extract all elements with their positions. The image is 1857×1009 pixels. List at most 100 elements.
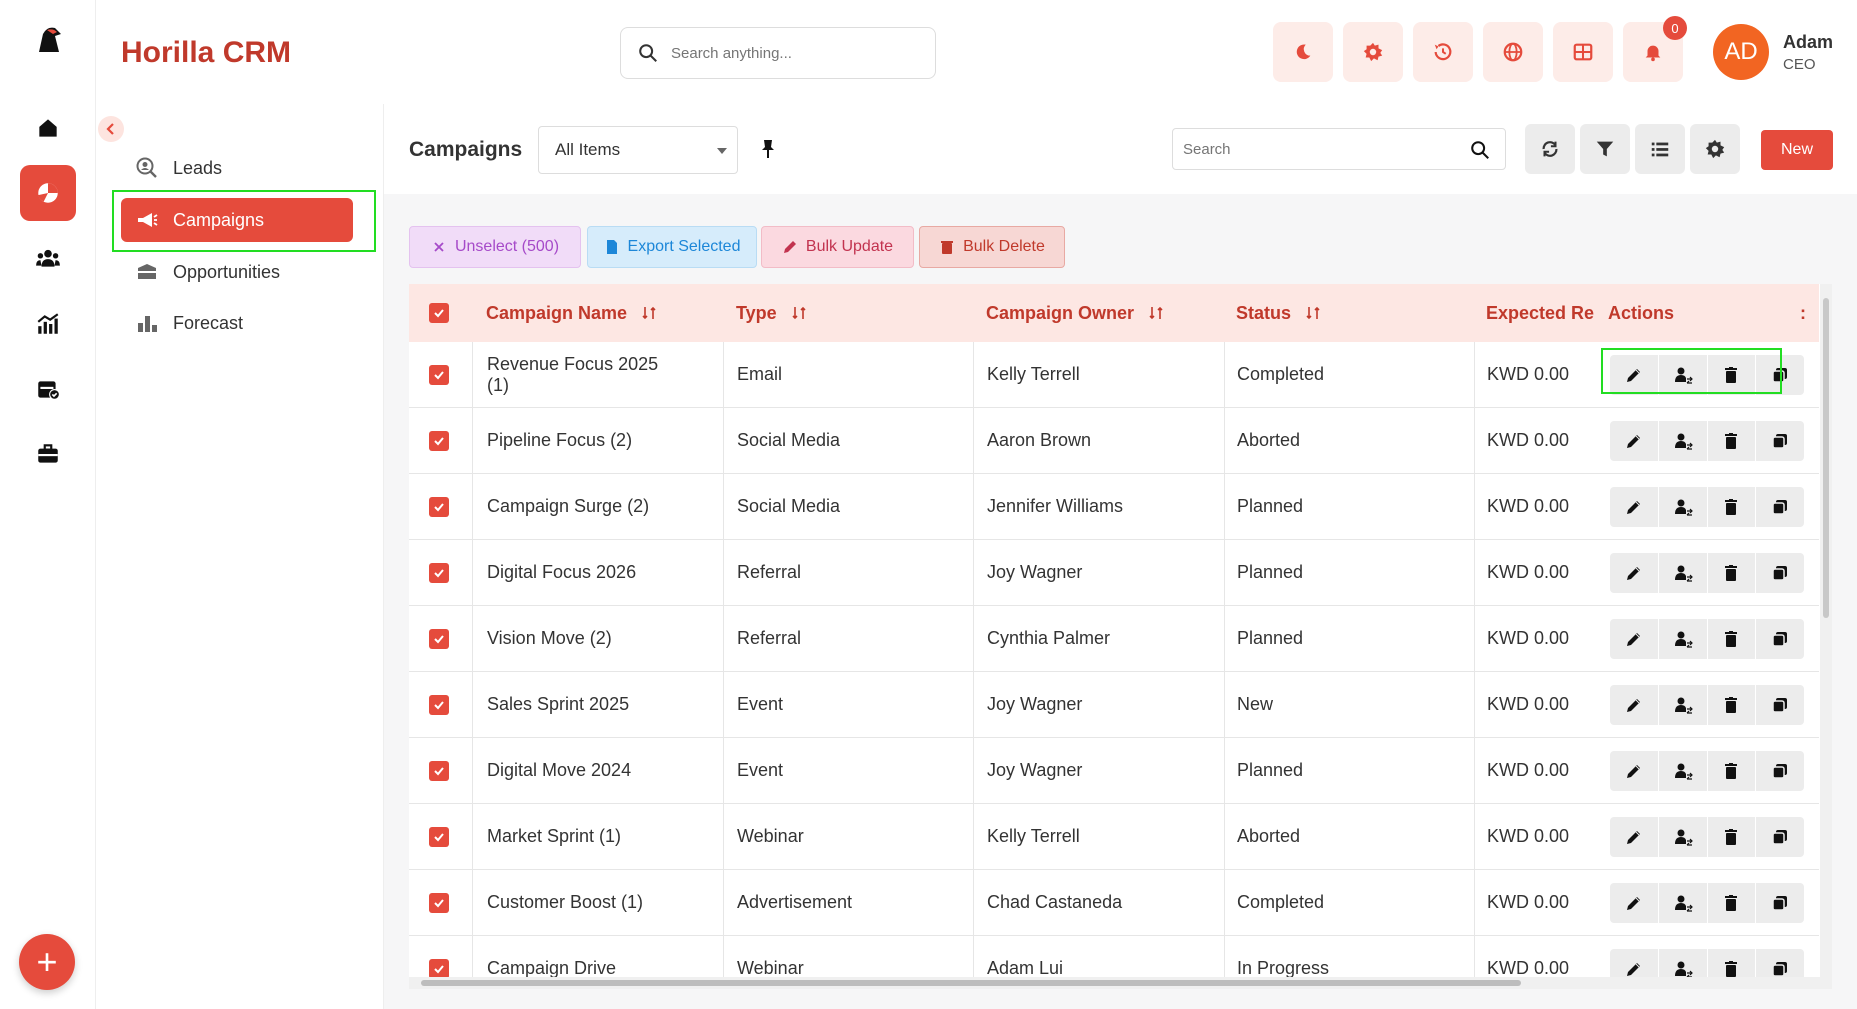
new-campaign-button[interactable]: New — [1761, 130, 1833, 170]
row-checkbox[interactable] — [429, 958, 449, 979]
campaign-name-cell[interactable]: Sales Sprint 2025 — [472, 672, 683, 737]
column-header-name[interactable]: Campaign Name — [486, 284, 657, 342]
campaign-name-cell[interactable]: Market Sprint (1) — [472, 804, 683, 869]
row-checkbox[interactable] — [429, 694, 449, 715]
edit-button[interactable] — [1610, 619, 1659, 659]
column-header-status[interactable]: Status — [1236, 284, 1321, 342]
delete-button[interactable] — [1708, 421, 1757, 461]
user-name[interactable]: Adam — [1783, 32, 1833, 53]
change-owner-button[interactable] — [1659, 421, 1708, 461]
quick-create-button[interactable]: + — [19, 934, 75, 990]
campaign-name-cell[interactable]: Digital Focus 2026 — [472, 540, 683, 605]
export-selected-button[interactable]: Export Selected — [587, 226, 757, 268]
duplicate-button[interactable] — [1756, 751, 1804, 791]
settings-button[interactable] — [1343, 22, 1403, 82]
change-owner-button[interactable] — [1659, 751, 1708, 791]
duplicate-button[interactable] — [1756, 619, 1804, 659]
row-checkbox[interactable] — [429, 892, 449, 913]
column-header-owner[interactable]: Campaign Owner — [986, 284, 1164, 342]
edit-button[interactable] — [1610, 685, 1659, 725]
rail-reports[interactable] — [20, 296, 76, 352]
list-view-button[interactable] — [1635, 124, 1685, 174]
collapse-sidebar-button[interactable] — [98, 116, 124, 142]
global-search[interactable] — [620, 27, 936, 79]
global-search-input[interactable] — [671, 44, 911, 62]
bulk-update-button[interactable]: Bulk Update — [761, 226, 914, 268]
history-button[interactable] — [1413, 22, 1473, 82]
column-header-type[interactable]: Type — [736, 284, 807, 342]
campaign-name[interactable]: Campaign Drive — [487, 958, 616, 979]
edit-button[interactable] — [1610, 751, 1659, 791]
delete-button[interactable] — [1708, 883, 1757, 923]
brand-title[interactable]: Horilla CRM — [121, 36, 291, 70]
sort-icon[interactable] — [641, 305, 657, 321]
change-owner-button[interactable] — [1659, 883, 1708, 923]
rail-sales[interactable] — [20, 165, 76, 221]
table-row[interactable]: Customer Boost (1) Advertisement Chad Cast… — [409, 870, 1819, 936]
campaign-name[interactable]: Customer Boost (1) — [487, 892, 643, 913]
duplicate-button[interactable] — [1756, 421, 1804, 461]
campaign-name-cell[interactable]: Digital Move 2024 — [472, 738, 683, 803]
row-checkbox[interactable] — [429, 562, 449, 583]
campaign-name[interactable]: Campaign Surge (2) — [487, 496, 649, 517]
edit-button[interactable] — [1610, 883, 1659, 923]
horilla-logo-icon[interactable] — [33, 24, 65, 56]
rail-projects[interactable] — [20, 426, 76, 482]
delete-button[interactable] — [1708, 751, 1757, 791]
campaign-name[interactable]: Pipeline Focus (2) — [487, 430, 632, 451]
pin-icon[interactable] — [756, 137, 780, 161]
horizontal-scrollbar[interactable] — [409, 977, 1820, 989]
campaign-name[interactable]: Digital Move 2024 — [487, 760, 631, 781]
delete-button[interactable] — [1708, 619, 1757, 659]
column-header-expected-revenue[interactable]: Expected Re — [1486, 284, 1606, 342]
table-row[interactable]: Digital Focus 2026 Referral Joy Wagner Plan… — [409, 540, 1819, 606]
campaign-name-cell[interactable]: Campaign Surge (2) — [472, 474, 683, 539]
row-checkbox[interactable] — [429, 496, 449, 517]
list-settings-button[interactable] — [1690, 124, 1740, 174]
notifications-button[interactable]: 0 — [1623, 16, 1687, 82]
duplicate-button[interactable] — [1756, 817, 1804, 857]
campaign-name-cell[interactable]: Customer Boost (1) — [472, 870, 683, 935]
duplicate-button[interactable] — [1756, 883, 1804, 923]
delete-button[interactable] — [1708, 817, 1757, 857]
row-checkbox[interactable] — [429, 628, 449, 649]
edit-button[interactable] — [1610, 487, 1659, 527]
scrollbar-thumb[interactable] — [421, 980, 1521, 986]
sort-icon[interactable] — [1148, 305, 1164, 321]
sort-icon[interactable] — [791, 305, 807, 321]
select-all-checkbox[interactable] — [429, 303, 449, 323]
campaign-name[interactable]: Sales Sprint 2025 — [487, 694, 629, 715]
list-search-input[interactable] — [1183, 140, 1463, 158]
scrollbar-thumb[interactable] — [1823, 298, 1829, 618]
sidebar-item-forecast[interactable]: Forecast — [121, 301, 353, 345]
view-select[interactable]: All Items — [538, 126, 738, 174]
bulk-delete-button[interactable]: Bulk Delete — [919, 226, 1065, 268]
campaign-name-cell[interactable]: Vision Move (2) — [472, 606, 683, 671]
rail-contacts[interactable] — [20, 230, 76, 286]
avatar[interactable]: AD — [1713, 24, 1769, 80]
change-owner-button[interactable] — [1659, 553, 1708, 593]
filter-button[interactable] — [1580, 124, 1630, 174]
table-row[interactable]: Sales Sprint 2025 Event Joy Wagner New KWD 0… — [409, 672, 1819, 738]
sidebar-item-leads[interactable]: Leads — [121, 146, 353, 190]
change-owner-button[interactable] — [1659, 619, 1708, 659]
duplicate-button[interactable] — [1756, 685, 1804, 725]
unselect-button[interactable]: Unselect (500) — [409, 226, 581, 268]
vertical-scrollbar[interactable] — [1820, 284, 1832, 989]
list-search[interactable] — [1172, 128, 1506, 170]
edit-button[interactable] — [1610, 553, 1659, 593]
table-row[interactable]: Digital Move 2024 Event Joy Wagner Planned K… — [409, 738, 1819, 804]
campaign-name[interactable]: Vision Move (2) — [487, 628, 612, 649]
campaign-name-cell[interactable]: Pipeline Focus (2) — [472, 408, 683, 473]
rail-home[interactable] — [20, 100, 76, 156]
campaign-name[interactable]: Revenue Focus 2025 (1) — [487, 354, 683, 396]
sidebar-item-opportunities[interactable]: Opportunities — [121, 250, 353, 294]
duplicate-button[interactable] — [1756, 487, 1804, 527]
refresh-button[interactable] — [1525, 124, 1575, 174]
row-checkbox[interactable] — [429, 364, 449, 385]
sort-icon[interactable] — [1305, 305, 1321, 321]
edit-button[interactable] — [1610, 817, 1659, 857]
apps-button[interactable] — [1553, 22, 1613, 82]
language-button[interactable] — [1483, 22, 1543, 82]
change-owner-button[interactable] — [1659, 487, 1708, 527]
